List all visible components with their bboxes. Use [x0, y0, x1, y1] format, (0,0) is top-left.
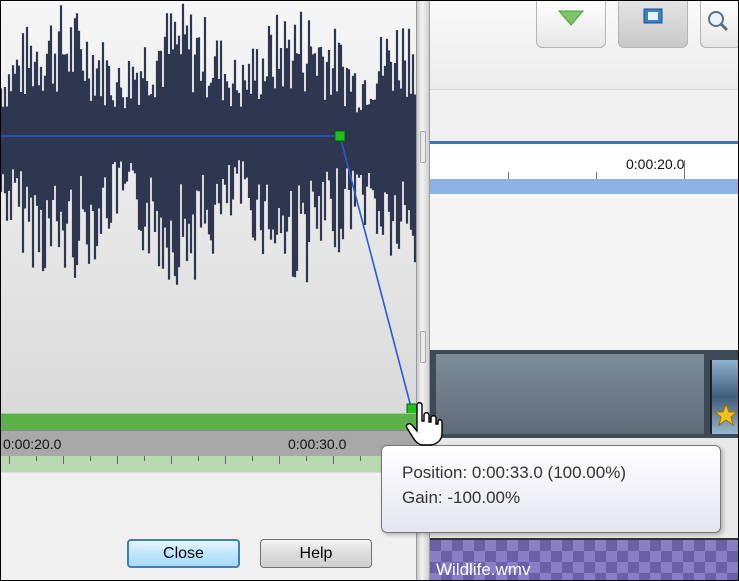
timeline-empty-area: [430, 194, 738, 350]
timeline-ruler[interactable]: 0:00:20.0: [430, 141, 738, 182]
magnifier-icon: [708, 11, 729, 32]
hand-cursor-icon: [405, 402, 443, 446]
down-arrow-icon: [557, 10, 585, 26]
ruler-tick: [117, 456, 118, 464]
ruler-tick: [306, 456, 307, 461]
waveform-graphic: [1, 3, 416, 413]
ruler-tick: [144, 456, 145, 461]
audio-clip[interactable]: Wildlife.wmv: [430, 538, 738, 580]
ruler-tick: [198, 456, 199, 461]
filmstrip-icon: [643, 8, 663, 24]
splitter-grip[interactable]: [420, 131, 426, 163]
timeline-toolbar: [430, 1, 738, 90]
ruler-tick: [36, 456, 37, 461]
ruler-tick: [171, 456, 172, 464]
zoom-button[interactable]: [700, 1, 738, 48]
timeline-selection-bar[interactable]: [430, 179, 738, 194]
ruler-tick: [252, 456, 253, 461]
time-ruler[interactable]: 0:00:20.0 0:00:30.0: [1, 430, 416, 457]
tooltip-gain: Gain: -100.00%: [402, 488, 521, 507]
splitter-grip[interactable]: [420, 331, 426, 363]
ruler-tick: [333, 456, 334, 464]
help-button[interactable]: Help: [260, 539, 372, 568]
ruler-tick: [225, 456, 226, 464]
video-track: [430, 350, 738, 438]
ruler-tick: [63, 456, 64, 464]
audio-clip-name: Wildlife.wmv: [436, 560, 531, 579]
envelope-tooltip: Position: 0:00:33.0 (100.00%) Gain: -100…: [381, 445, 721, 533]
playback-region-bar[interactable]: [1, 413, 416, 431]
timeline-time-label: 0:00:20.0: [626, 156, 685, 172]
waveform-path: [1, 3, 416, 285]
close-button[interactable]: Close: [127, 539, 240, 568]
ruler-label-20s: 0:00:20.0: [3, 436, 62, 452]
tooltip-position: Position: 0:00:33.0 (100.00%): [402, 463, 626, 482]
ruler-tick: [9, 456, 10, 464]
audio-editor-pane: 0:00:20.0 0:00:30.0 Close Help: [1, 1, 416, 580]
ruler-tick: [90, 456, 91, 461]
ruler-label-30s: 0:00:30.0: [288, 436, 347, 452]
video-thumbnail[interactable]: [710, 360, 738, 434]
ruler-tick: [360, 456, 361, 461]
marker-button[interactable]: [536, 1, 606, 48]
envelope-point-1[interactable]: [334, 130, 346, 142]
ruler-tick-strip: [1, 456, 416, 472]
filmstrip-button[interactable]: [618, 1, 688, 48]
ruler-tick: [279, 456, 280, 464]
video-clip[interactable]: [436, 354, 704, 434]
app-frame: 0:00:20.0 0:00:30.0 Close Help 0:00:20.0…: [0, 0, 739, 581]
star-icon: [713, 402, 738, 427]
waveform-view[interactable]: [1, 1, 416, 413]
